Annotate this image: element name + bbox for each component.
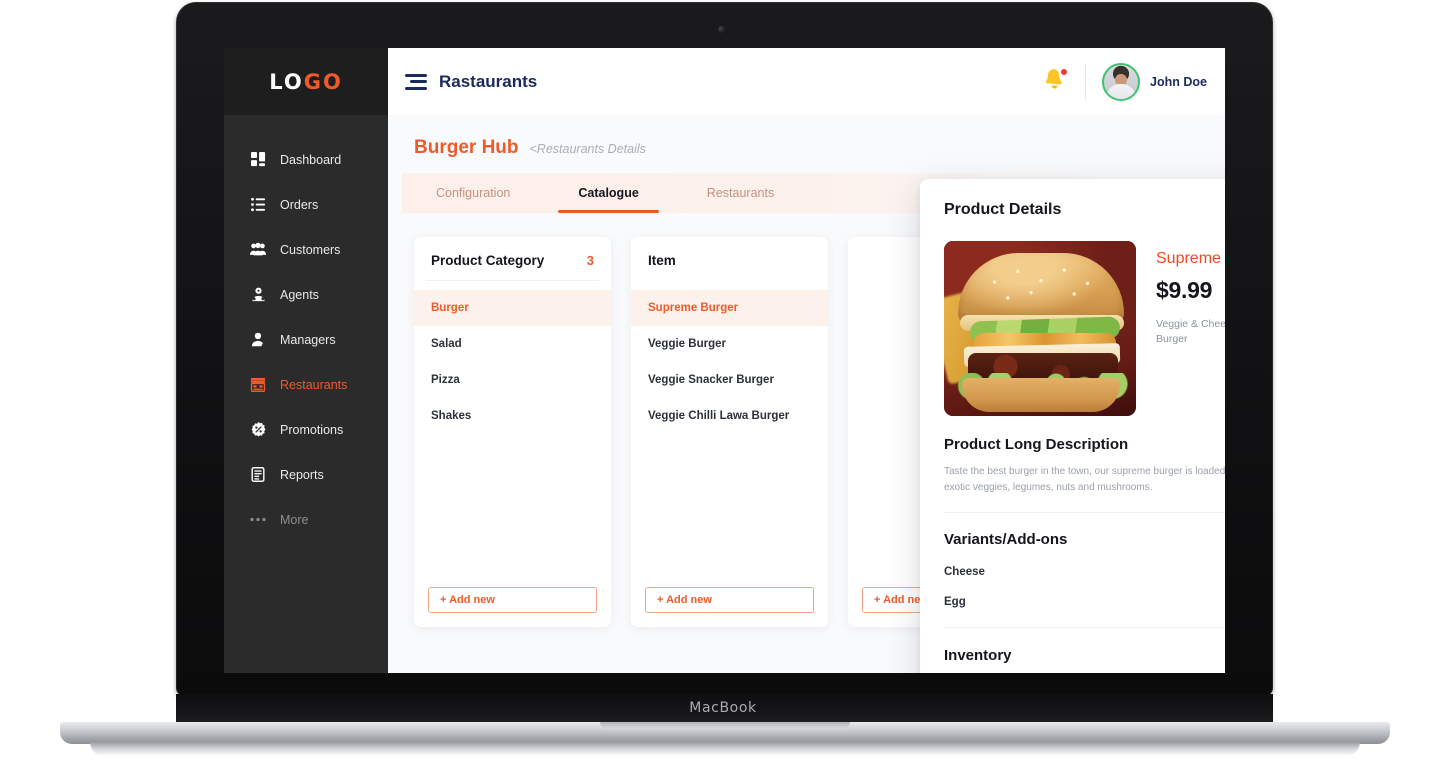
main-content: Burger Hub <Restaurants Details Configur… [388,115,1225,673]
sidebar: LOGO Dashboard Orders Customers Agents M… [224,48,388,673]
sidebar-item-label: More [280,512,309,527]
product-category-card: Product Category 3 Burger Salad Pizza Sh… [414,237,611,627]
sidebar-item-label: Reports [280,467,324,482]
sidebar-item-orders[interactable]: Orders [224,182,388,227]
item-card: Item Supreme Burger Veggie Burger Veggie… [631,237,828,627]
panel-header: Product Details [944,179,1225,241]
breadcrumb-title: Burger Hub [414,137,519,158]
sidebar-item-reports[interactable]: Reports [224,452,388,497]
add-new-item-button[interactable]: + Add new [645,587,814,613]
item-list: Supreme Burger Veggie Burger Veggie Snac… [631,281,828,587]
tab-catalogue[interactable]: Catalogue [544,173,672,213]
card-header: Product Category 3 [414,237,611,280]
list-item[interactable]: Veggie Burger [631,326,828,362]
sidebar-item-managers[interactable]: Managers [224,317,388,362]
list-item[interactable]: Pizza [414,362,611,398]
list-item[interactable]: Supreme Burger [631,290,828,326]
variant-row[interactable]: Cheese +$2.99 [944,566,1225,578]
sidebar-item-label: Agents [280,287,319,302]
ellipsis-icon [250,512,266,528]
long-description-text: Taste the best burger in the town, our s… [944,466,1225,493]
tab-configuration[interactable]: Configuration [402,173,544,213]
card-header: Item [631,237,828,280]
notifications-button[interactable] [1023,48,1085,115]
tab-restaurants[interactable]: Restaurants [673,173,808,213]
dashboard-grid-icon [250,152,266,168]
list-item[interactable]: Salad [414,326,611,362]
sidebar-item-dashboard[interactable]: Dashboard [224,137,388,182]
screen-viewport: LOGO Dashboard Orders Customers Agents M… [224,48,1225,673]
category-list: Burger Salad Pizza Shakes [414,281,611,587]
hamburger-menu-icon[interactable] [405,73,427,90]
variant-row[interactable]: Egg +$4.99 [944,596,1225,608]
variants-header: Variants/Add-ons + Add new [944,531,1225,548]
sidebar-item-restaurants[interactable]: Restaurants [224,362,388,407]
storefront-icon [250,377,266,393]
long-description-section: Product Long Description Taste the best … [944,416,1225,496]
page-title: Rastaurants [439,71,538,91]
divider [944,627,1225,628]
long-description-title: Product Long Description [944,436,1129,453]
list-item[interactable]: Burger [414,290,611,326]
laptop-base-shadow [90,742,1360,756]
product-info: Supreme Burger $9.99 Veggie & Cheese Loa… [1156,241,1225,416]
card-title: Item [648,253,676,268]
product-summary: Supreme Burger $9.99 Veggie & Cheese Loa… [944,241,1225,416]
notification-badge-dot [1060,68,1069,76]
variant-name: Egg [944,596,966,608]
inventory-title: Inventory [944,647,1012,664]
users-group-icon [250,242,266,258]
avatar [1102,62,1141,101]
sidebar-item-label: Customers [280,242,341,257]
divider [944,512,1225,513]
product-price: $9.99 [1156,277,1213,303]
product-short-description: Veggie & Cheese Loaded Supreme Burger [1156,318,1225,346]
variant-name: Cheese [944,566,985,578]
inventory-row: Inventory Quantity 100 [944,646,1225,665]
sidebar-item-label: Dashboard [280,152,342,167]
list-item[interactable]: Veggie Snacker Burger [631,362,828,398]
panel-title: Product Details [944,201,1062,218]
card-footer: + Add new [631,587,828,627]
topbar: Rastaurants John Doe [388,48,1225,115]
sidebar-nav: Dashboard Orders Customers Agents Manage… [224,115,388,542]
device-brand-label: MacBook [689,700,757,716]
user-menu[interactable]: John Doe [1086,62,1225,101]
webcam-icon [718,26,725,33]
sidebar-item-label: Orders [280,197,319,212]
sidebar-item-agents[interactable]: Agents [224,272,388,317]
product-name: Supreme Burger [1156,250,1225,267]
discount-badge-icon [250,422,266,438]
logo-text-part2: GO [303,69,343,94]
breadcrumb: Burger Hub <Restaurants Details [388,115,1225,159]
supreme-burger-photo [944,241,1136,416]
list-item[interactable]: Veggie Chilli Lawa Burger [631,398,828,434]
sidebar-item-more[interactable]: More [224,497,388,542]
category-count: 3 [586,253,594,268]
agent-user-icon [250,287,266,303]
topbar-right: John Doe [1023,48,1225,115]
variants-title: Variants/Add-ons [944,531,1068,548]
sidebar-item-label: Managers [280,332,336,347]
sidebar-item-customers[interactable]: Customers [224,227,388,272]
list-icon [250,197,266,213]
laptop-base-notch [600,722,850,729]
logo[interactable]: LOGO [224,48,388,115]
card-title: Product Category [431,253,545,268]
add-new-category-button[interactable]: + Add new [428,587,597,613]
sidebar-item-label: Promotions [280,422,344,437]
card-footer: + Add new [414,587,611,627]
laptop-mockup: LOGO Dashboard Orders Customers Agents M… [0,0,1446,780]
breadcrumb-subtitle: <Restaurants Details [529,142,646,156]
sidebar-item-promotions[interactable]: Promotions [224,407,388,452]
product-details-panel: Product Details Supreme Burger [920,179,1225,673]
manager-user-icon [250,332,266,348]
sidebar-item-label: Restaurants [280,377,348,392]
user-name: John Doe [1150,74,1207,89]
list-item[interactable]: Shakes [414,398,611,434]
document-report-icon [250,467,266,483]
logo-text-part1: LO [269,69,304,94]
